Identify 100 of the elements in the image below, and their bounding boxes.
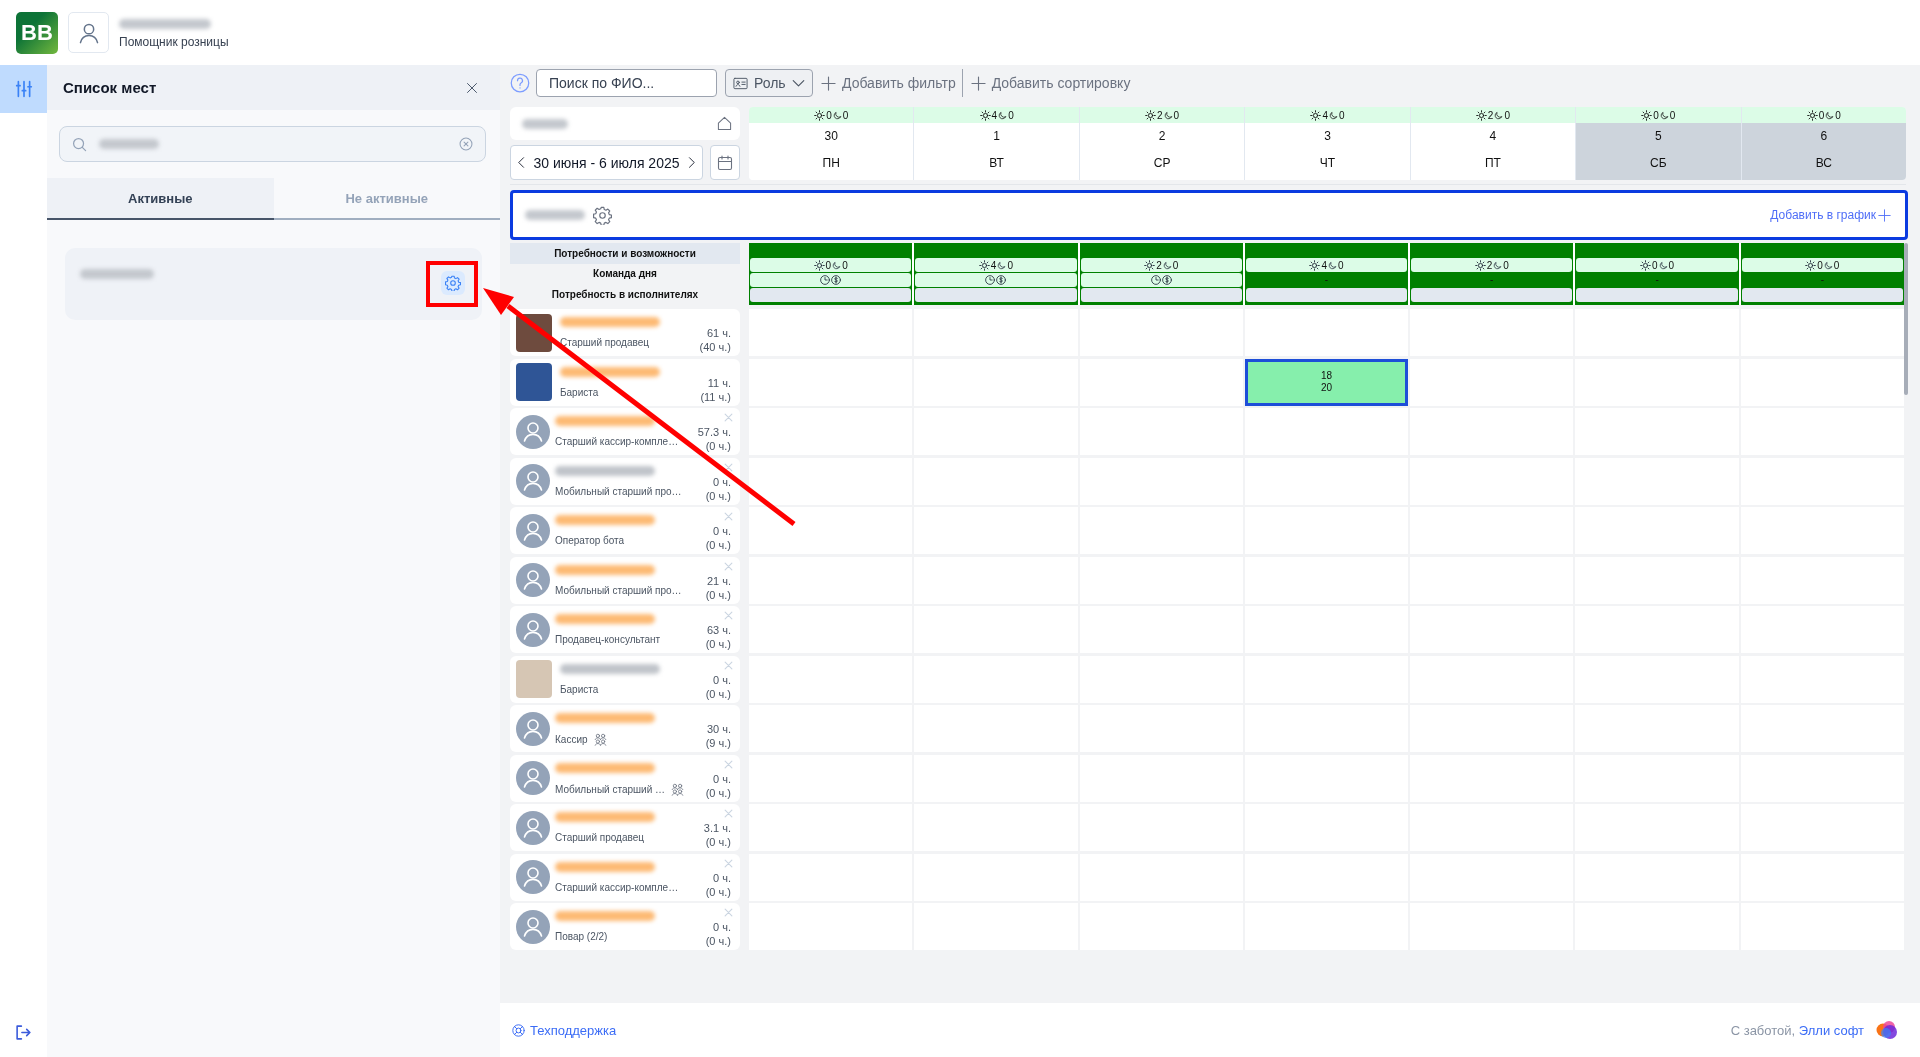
settings-icon: [445, 275, 461, 291]
tab[interactable]: Активные: [47, 178, 274, 220]
day-number: 30: [824, 129, 838, 143]
shift-block[interactable]: 18 20: [1244, 358, 1409, 406]
company-link[interactable]: Элли софт: [1798, 1022, 1864, 1038]
weekday-label: ВС: [1815, 156, 1832, 170]
dollar-icon: [1161, 275, 1172, 285]
day-header[interactable]: 6 ВС: [1741, 123, 1906, 180]
user-avatar-icon: [516, 612, 550, 647]
settings-icon[interactable]: [593, 205, 612, 225]
user-avatar-icon: [516, 860, 550, 894]
user-avatar-icon: [516, 414, 550, 449]
dollar-icon: [831, 275, 842, 285]
chevron-right-icon[interactable]: [686, 157, 697, 168]
calendar-icon: [717, 154, 733, 171]
user-avatar-icon: [516, 464, 550, 498]
day-shift-count: 4: [990, 259, 997, 271]
employee-card[interactable]: Мобильный старший … 0 ч. (0 ч.): [510, 754, 740, 802]
night-shift-count: 0: [1835, 109, 1841, 121]
employee-card[interactable]: Старший кассир-компле… 57.3 ч. (0 ч.): [510, 408, 740, 455]
search-field[interactable]: [59, 126, 486, 162]
moon-icon: [1493, 260, 1503, 270]
scrollbar[interactable]: [1904, 243, 1908, 395]
weekday-label: ПТ: [1484, 156, 1501, 170]
close-icon[interactable]: [466, 81, 478, 94]
sun-icon: [1144, 259, 1156, 271]
weekday-label: ЧТ: [1319, 156, 1336, 170]
day-shift-count: 2: [1487, 109, 1494, 121]
hours-worked: 63 ч.: [706, 624, 731, 636]
group-row[interactable]: Добавить в график: [510, 190, 1908, 240]
team-value: -: [1655, 275, 1659, 285]
day-shift-count: 4: [991, 109, 998, 121]
add-to-schedule-link[interactable]: Добавить в график: [1770, 208, 1891, 222]
employee-role: Мобильный старший про…: [555, 485, 682, 497]
week-picker[interactable]: 30 июня - 6 июля 2025: [510, 145, 703, 180]
employee-card[interactable]: Старший продавец 61 ч. (40 ч.): [510, 309, 740, 356]
clear-icon[interactable]: [459, 137, 473, 151]
chevron-left-icon[interactable]: [516, 157, 527, 168]
place-card[interactable]: [65, 248, 482, 320]
employee-card[interactable]: Мобильный старший про… 21 ч. (0 ч.): [510, 556, 740, 604]
home-icon[interactable]: [717, 116, 732, 131]
search-icon: [72, 136, 87, 152]
employee-card[interactable]: Бариста 11 ч. (11 ч.): [510, 358, 740, 406]
day-number: 6: [1820, 129, 1828, 143]
team-value: -: [1490, 275, 1494, 285]
logout-icon[interactable]: [15, 1023, 32, 1041]
employee-card[interactable]: Старший кассир-компле… 0 ч. (0 ч.): [510, 853, 740, 901]
hours-planned: (0 ч.): [705, 786, 731, 799]
filters-button[interactable]: [0, 65, 47, 113]
moon-icon: [1329, 110, 1338, 120]
employee-role: Продавец-консультант: [555, 634, 661, 645]
hours-worked: 0 ч.: [713, 921, 731, 933]
brand-logo-icon: [1876, 1020, 1898, 1040]
role-dropdown[interactable]: Роль: [725, 69, 813, 97]
employee-card[interactable]: Повар (2/2) 0 ч. (0 ч.): [510, 903, 740, 950]
moon-icon: [1163, 110, 1173, 120]
employee-role: Бариста: [560, 386, 599, 398]
schedule-cell[interactable]: [1740, 358, 1904, 406]
employee-card[interactable]: Мобильный старший про… 0 ч. (0 ч.): [510, 457, 740, 505]
hours-planned: (11 ч.): [700, 390, 731, 403]
support-link[interactable]: Техподдержка: [512, 1022, 617, 1038]
employee-role: Кассир: [555, 734, 588, 745]
day-shift-count: 0: [825, 259, 832, 271]
employee-role: Повар (2/2): [555, 931, 608, 942]
employee-card[interactable]: Старший продавец 3.1 ч. (0 ч.): [510, 804, 740, 851]
employee-role: Мобильный старший …: [555, 783, 665, 795]
add-filter-button[interactable]: Добавить фильтр: [817, 69, 960, 97]
hours-worked: 0 ч.: [713, 475, 731, 488]
moon-icon: [1825, 110, 1835, 120]
plus-icon: [970, 75, 986, 91]
sun-icon: [1309, 259, 1321, 271]
calendar-button[interactable]: [710, 145, 740, 180]
employee-card[interactable]: Кассир 30 ч. (9 ч.): [510, 705, 740, 752]
search-field[interactable]: Поиск по ФИО...: [536, 69, 717, 97]
employee-card[interactable]: Продавец-консультант 63 ч. (0 ч.): [510, 606, 740, 653]
night-shift-count: 0: [1338, 259, 1344, 271]
schedule-cell[interactable]: [749, 507, 913, 554]
schedule-cell[interactable]: [1740, 309, 1904, 356]
employee-role: Мобильный старший про…: [555, 584, 682, 596]
moon-icon: [998, 110, 1008, 120]
day-shift-count: 0: [1652, 259, 1658, 271]
sun-icon: [1806, 109, 1818, 121]
employee-card[interactable]: Бариста 0 ч. (0 ч.): [510, 655, 740, 703]
day-number: 2: [1158, 129, 1166, 143]
schedule-cell[interactable]: [749, 457, 913, 505]
help-icon[interactable]: [510, 73, 530, 93]
hours-planned: (9 ч.): [705, 737, 731, 749]
day-shift-count: 0: [1653, 109, 1659, 121]
day-header[interactable]: 5 СБ: [1576, 123, 1741, 180]
user-avatar-icon: [516, 810, 550, 845]
employee-role: Оператор бота: [555, 535, 625, 546]
employee-card[interactable]: Оператор бота 0 ч. (0 ч.): [510, 507, 740, 554]
moon-icon: [1658, 260, 1668, 270]
settings-button[interactable]: [441, 271, 465, 295]
add-sort-button[interactable]: Добавить сортировку: [966, 69, 1135, 97]
sliders-icon: [14, 80, 33, 98]
moon-icon: [1823, 260, 1833, 270]
user-icon[interactable]: [68, 12, 109, 53]
day-shift-count: 0: [826, 109, 832, 121]
hours-planned: (0 ч.): [705, 489, 731, 502]
